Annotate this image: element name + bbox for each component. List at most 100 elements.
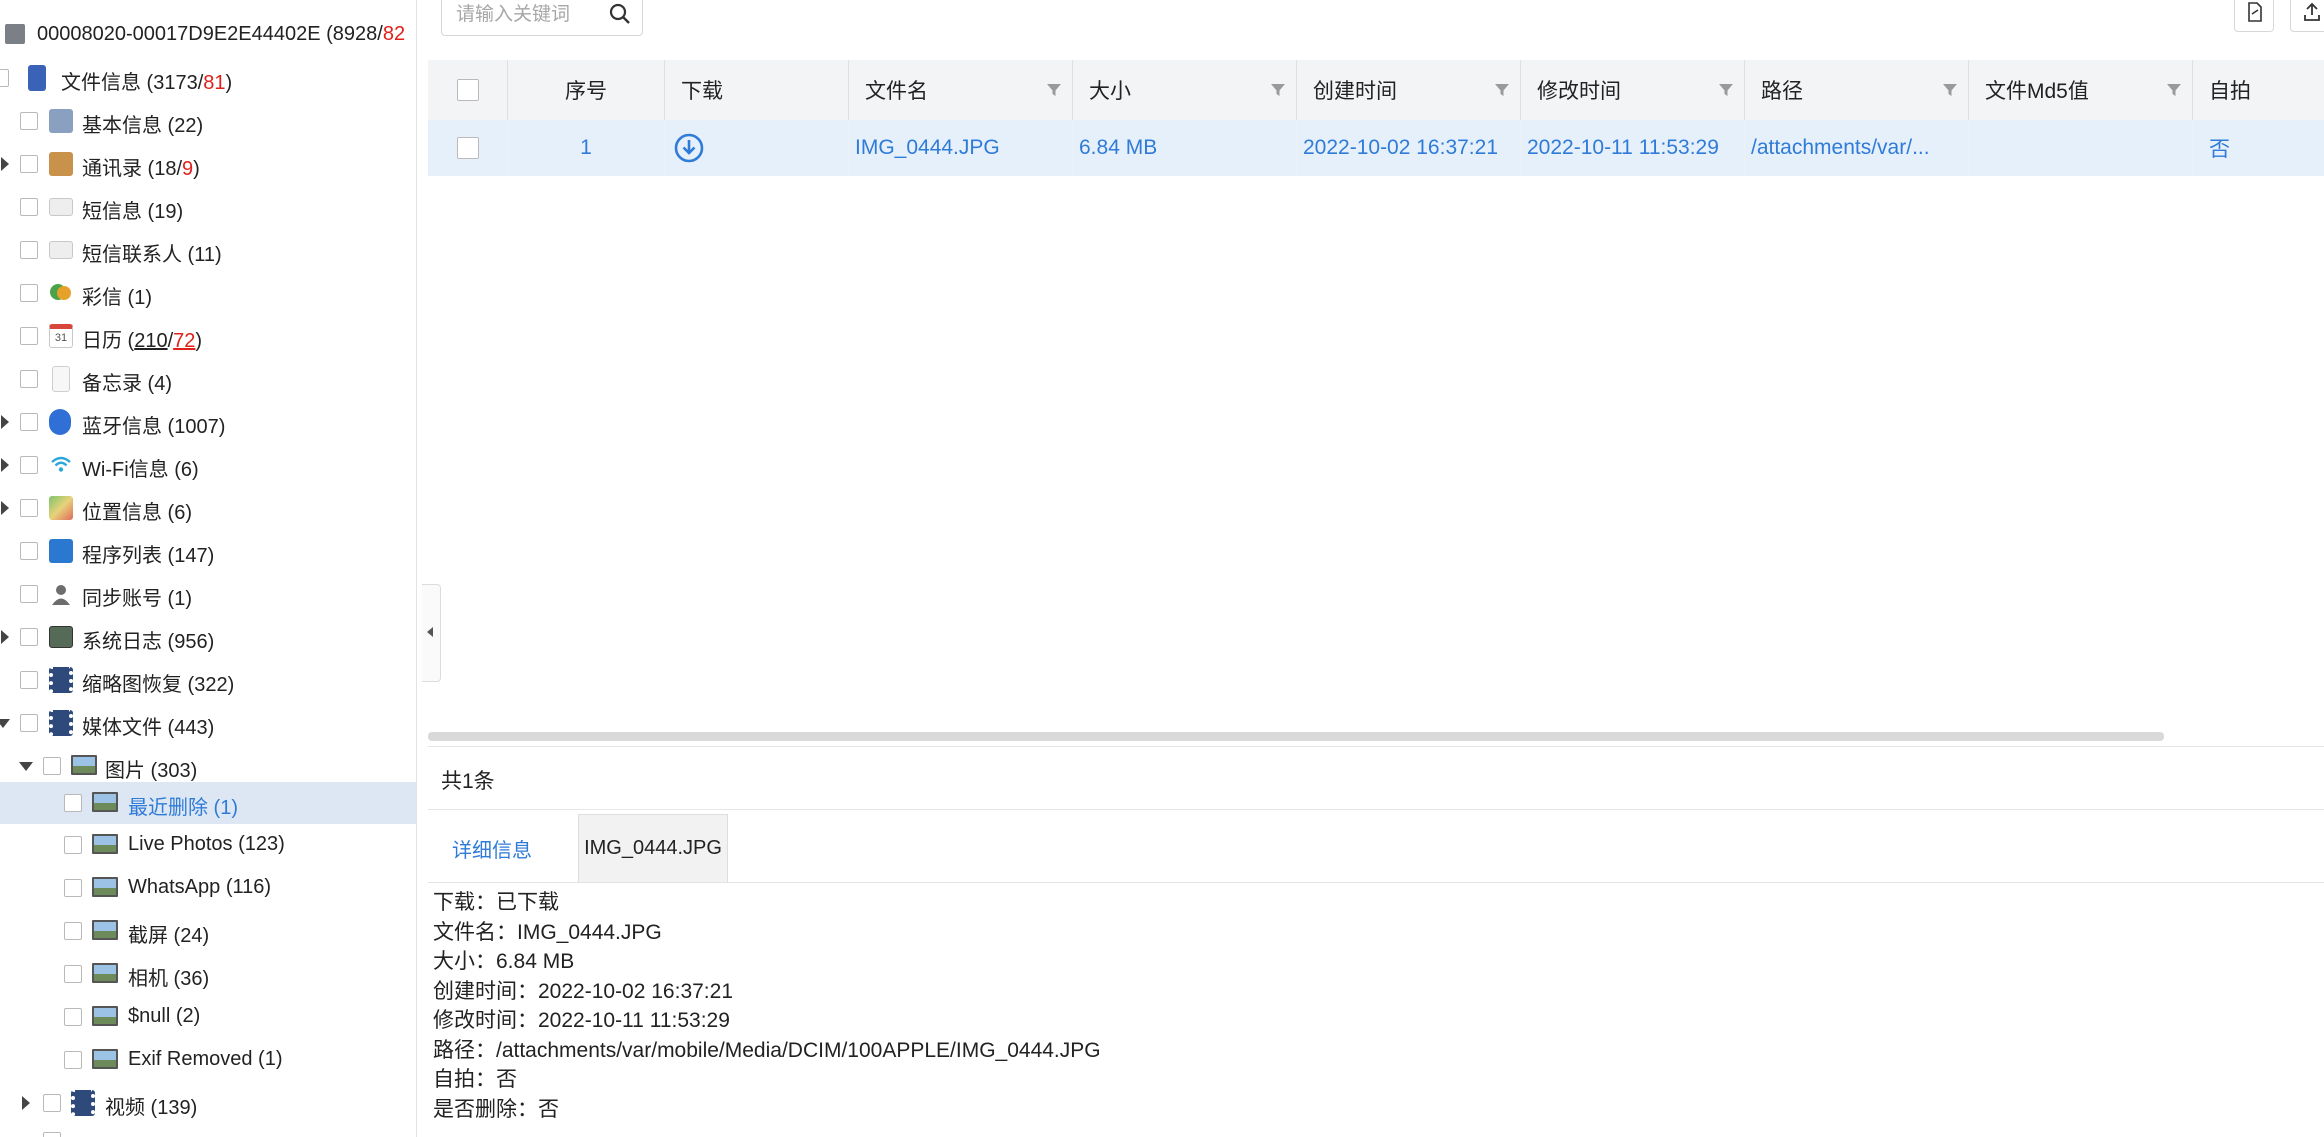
column-header-download[interactable]: 下载	[664, 60, 848, 120]
tree-checkbox[interactable]	[20, 456, 38, 474]
expand-arrow-icon[interactable]	[1, 415, 9, 429]
tree-checkbox[interactable]	[64, 794, 82, 812]
tree-item-videos[interactable]: 视频 (139)	[0, 1082, 416, 1124]
tree-item-sync-account[interactable]: 同步账号 (1)	[0, 573, 416, 615]
collapse-arrow-icon[interactable]	[0, 719, 10, 728]
tree-checkbox[interactable]	[43, 757, 61, 775]
search-box[interactable]	[441, 0, 643, 36]
tree-checkbox[interactable]	[64, 1051, 82, 1069]
tree-item-system-log[interactable]: 系统日志 (956)	[0, 616, 416, 658]
column-header-index[interactable]: 序号	[507, 60, 664, 120]
tree-checkbox[interactable]	[64, 965, 82, 983]
tree-item-calendar[interactable]: 31 日历 (210/72)	[0, 315, 416, 357]
expand-arrow-icon[interactable]	[22, 1096, 30, 1110]
tab-file[interactable]: IMG_0444.JPG	[578, 814, 728, 882]
tree-checkbox[interactable]	[20, 714, 38, 732]
video-icon	[71, 1090, 95, 1116]
tree-item-pictures[interactable]: 图片 (303)	[0, 745, 416, 787]
tree-item-location[interactable]: 位置信息 (6)	[0, 487, 416, 529]
tree-checkbox[interactable]	[0, 69, 9, 87]
tree-item-contacts[interactable]: 通讯录 (18/9)	[0, 143, 416, 185]
image-icon	[92, 877, 118, 897]
tree-item-basic-info[interactable]: 基本信息 (22)	[0, 100, 416, 142]
tree-item-app-list[interactable]: 程序列表 (147)	[0, 530, 416, 572]
tree-item-live-photos[interactable]: Live Photos (123)	[0, 824, 416, 866]
row-checkbox[interactable]	[456, 137, 479, 159]
tree-item-sms[interactable]: 短信息 (19)	[0, 186, 416, 228]
tree-checkbox[interactable]	[43, 1094, 61, 1112]
tree-checkbox[interactable]	[20, 112, 38, 130]
image-icon	[71, 755, 97, 775]
column-header-md5[interactable]: 文件Md5值	[1968, 60, 2192, 120]
tree-checkbox[interactable]	[20, 155, 38, 173]
search-icon[interactable]	[608, 2, 632, 31]
select-all-checkbox[interactable]	[456, 79, 479, 101]
column-header-path[interactable]: 路径	[1744, 60, 1968, 120]
tree-item-exif-removed[interactable]: Exif Removed (1)	[0, 1039, 416, 1081]
export-file-button[interactable]	[2234, 0, 2274, 32]
tree-checkbox[interactable]	[20, 284, 38, 302]
tab-details[interactable]: 详细信息	[452, 814, 542, 882]
sidebar-collapse-handle[interactable]	[422, 584, 441, 682]
tree-checkbox[interactable]	[20, 327, 38, 345]
tree-item-media-files[interactable]: 媒体文件 (443)	[0, 702, 416, 744]
tree-checkbox[interactable]	[64, 922, 82, 940]
table-row[interactable]: 1 IMG_0444.JPG 6.84 MB 2022-10-02 16:37:…	[428, 120, 2324, 176]
filter-icon[interactable]	[1046, 82, 1062, 98]
tree-item-screenshots[interactable]: 截屏 (24)	[0, 910, 416, 952]
horizontal-scrollbar[interactable]	[428, 732, 2164, 741]
column-header-selfie[interactable]: 自拍	[2192, 60, 2324, 120]
cell-file-name[interactable]: IMG_0444.JPG	[848, 120, 1072, 176]
search-input[interactable]	[454, 0, 608, 31]
tree-item-wifi[interactable]: Wi-Fi信息 (6)	[0, 444, 416, 486]
calendar-count-2[interactable]: 72	[173, 330, 195, 352]
filter-icon[interactable]	[2166, 82, 2182, 98]
tree-item-label: 图片 (303)	[105, 760, 198, 782]
cell-modified: 2022-10-11 11:53:29	[1520, 120, 1744, 176]
column-header-file-name[interactable]: 文件名	[848, 60, 1072, 120]
column-header-modified[interactable]: 修改时间	[1520, 60, 1744, 120]
column-header-created[interactable]: 创建时间	[1296, 60, 1520, 120]
tree-checkbox[interactable]	[20, 370, 38, 388]
collapse-arrow-icon[interactable]	[19, 762, 33, 771]
tree-checkbox[interactable]	[64, 879, 82, 897]
tree-item-null[interactable]: $null (2)	[0, 996, 416, 1038]
tree-checkbox[interactable]	[64, 836, 82, 854]
tree-item-recently-deleted[interactable]: 最近删除 (1)	[0, 782, 416, 824]
tree-checkbox[interactable]	[20, 241, 38, 259]
tree-item-mms[interactable]: 彩信 (1)	[0, 272, 416, 314]
tree-checkbox[interactable]	[20, 413, 38, 431]
tree-item-whatsapp[interactable]: WhatsApp (116)	[0, 867, 416, 909]
tree-checkbox[interactable]	[20, 542, 38, 560]
filter-icon[interactable]	[1942, 82, 1958, 98]
filter-icon[interactable]	[1718, 82, 1734, 98]
expand-arrow-icon[interactable]	[1, 157, 9, 171]
tree-item-file-info[interactable]: 文件信息 (3173/81)	[0, 57, 416, 99]
tree-item-sms-contacts[interactable]: 短信联系人 (11)	[0, 229, 416, 271]
upload-button[interactable]	[2290, 0, 2324, 32]
tree-checkbox[interactable]	[20, 198, 38, 216]
tree-checkbox[interactable]	[20, 499, 38, 517]
column-header-label: 创建时间	[1313, 80, 1397, 103]
expand-arrow-icon[interactable]	[1, 458, 9, 472]
expand-arrow-icon[interactable]	[1, 501, 9, 515]
calendar-count-1[interactable]: 210	[134, 330, 167, 352]
filter-icon[interactable]	[1494, 82, 1510, 98]
tree-item-thumbnail-recovery[interactable]: 缩略图恢复 (322)	[0, 659, 416, 701]
sidebar-tree: 00008020-00017D9E2E44402E (8928/82 文件信息 …	[0, 0, 417, 1137]
chat-bubbles-icon	[49, 281, 73, 305]
tree-item-camera[interactable]: 相机 (36)	[0, 953, 416, 995]
tree-item-notes[interactable]: 备忘录 (4)	[0, 358, 416, 400]
tree-checkbox[interactable]	[43, 1132, 61, 1137]
cell-path[interactable]: /attachments/var/...	[1744, 120, 1968, 176]
tree-checkbox[interactable]	[64, 1008, 82, 1026]
tree-checkbox[interactable]	[20, 671, 38, 689]
expand-arrow-icon[interactable]	[1, 630, 9, 644]
filter-icon[interactable]	[1270, 82, 1286, 98]
tree-checkbox[interactable]	[20, 628, 38, 646]
tree-checkbox[interactable]	[20, 585, 38, 603]
download-icon[interactable]	[673, 132, 705, 164]
tree-item-device[interactable]: 00008020-00017D9E2E44402E (8928/82	[0, 14, 416, 56]
tree-item-bluetooth[interactable]: 蓝牙信息 (1007)	[0, 401, 416, 443]
column-header-size[interactable]: 大小	[1072, 60, 1296, 120]
